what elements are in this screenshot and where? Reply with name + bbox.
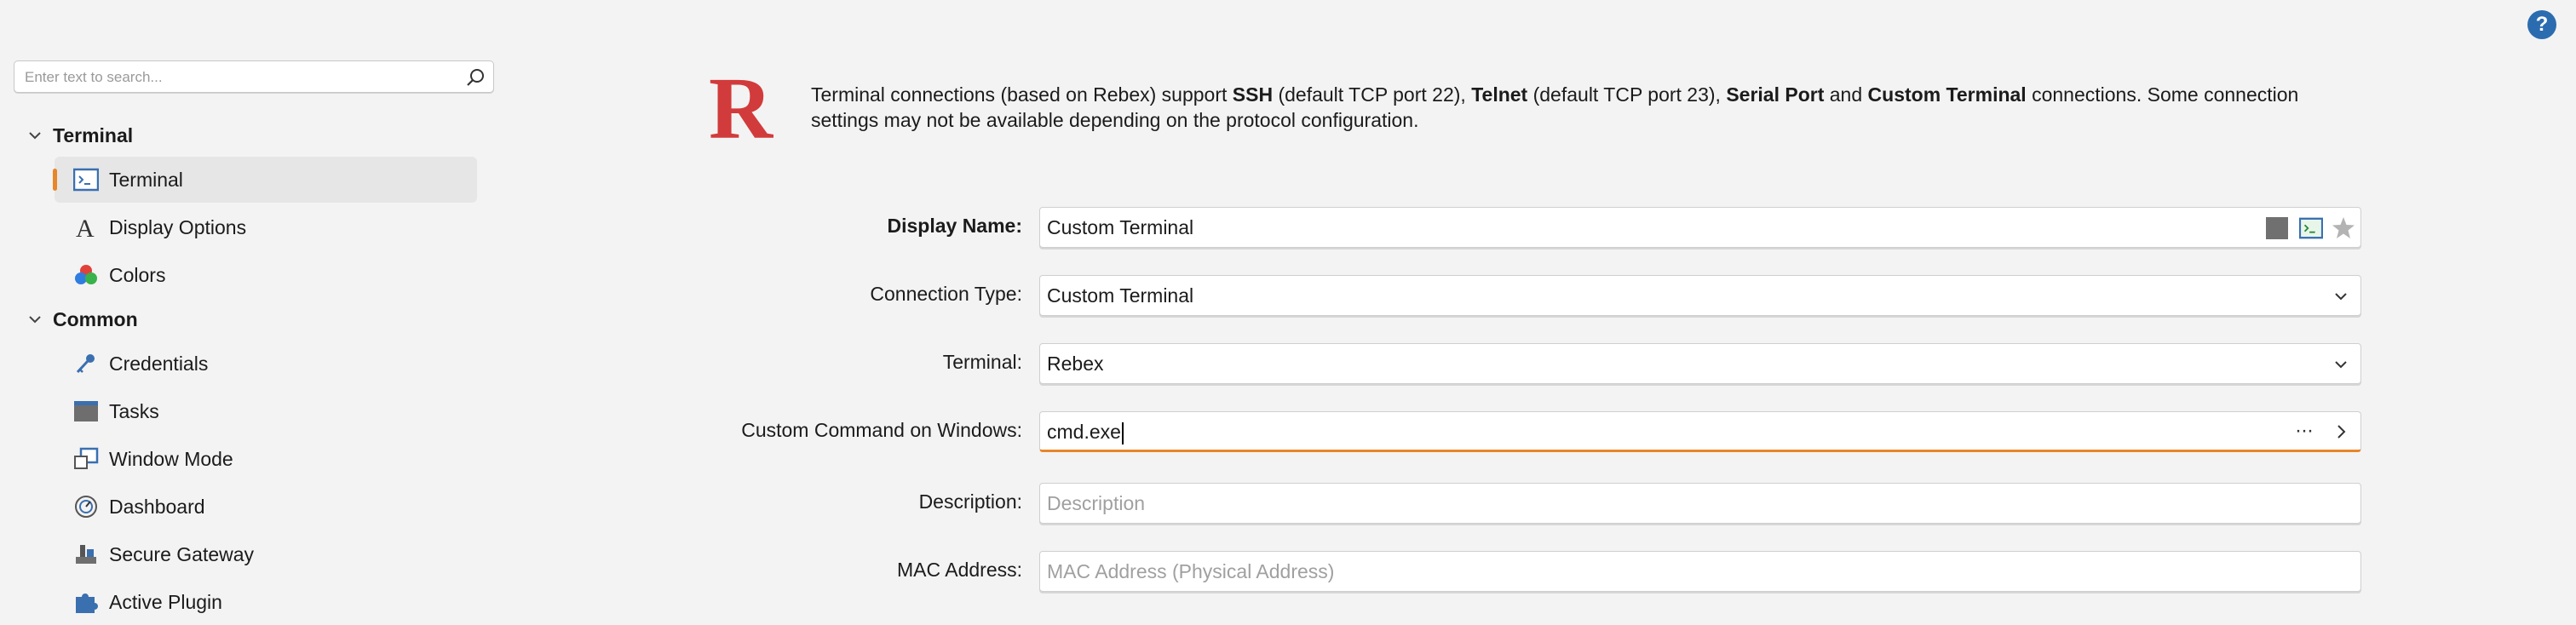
connection-type-label: Connection Type: — [870, 283, 1022, 305]
mac-address-label: MAC Address: — [897, 559, 1022, 581]
text-caret — [1121, 421, 1124, 444]
more-options-button[interactable]: ··· — [2295, 419, 2314, 443]
svg-text:R: R — [709, 70, 774, 148]
group-terminal-title: Terminal — [53, 123, 134, 146]
display-name-value[interactable]: Custom Terminal — [1047, 208, 2240, 247]
sidebar-item-label: Tasks — [109, 399, 159, 422]
search-input[interactable] — [23, 61, 452, 94]
help-button[interactable]: ? — [2527, 10, 2556, 39]
connection-type-value[interactable]: Custom Terminal — [1047, 276, 2240, 315]
sidebar-item-label: Window Mode — [109, 447, 233, 470]
sidebar-item-terminal[interactable]: Terminal — [53, 157, 477, 203]
color-palette-icon — [75, 265, 97, 284]
search-icon[interactable] — [464, 66, 486, 89]
favorite-star-icon[interactable] — [2332, 216, 2355, 240]
selection-indicator — [53, 169, 57, 191]
sidebar-item-label: Active Plugin — [109, 590, 222, 613]
sidebar-item-active-plugin[interactable]: Active Plugin — [55, 579, 477, 625]
svg-text:A: A — [76, 215, 95, 239]
sidebar-item-dashboard[interactable]: Dashboard — [55, 484, 477, 530]
plugin-puzzle-icon — [76, 593, 98, 613]
description-label: Description: — [918, 490, 1022, 513]
chevron-down-icon[interactable] — [2333, 289, 2349, 304]
sidebar-item-label: Terminal — [109, 168, 183, 191]
custom-command-input[interactable]: cmd.exe — [1047, 412, 2240, 451]
color-swatch-icon[interactable] — [2265, 216, 2289, 240]
info-text: Terminal connections (based on Rebex) su… — [811, 83, 2299, 131]
tasks-icon — [74, 401, 98, 421]
sidebar-item-tasks[interactable]: Tasks — [55, 388, 477, 434]
chevron-down-icon[interactable] — [2333, 357, 2349, 372]
sidebar-item-label: Dashboard — [109, 495, 205, 518]
rebex-logo: R — [709, 70, 774, 148]
gateway-icon — [76, 545, 96, 564]
font-a-icon: A — [76, 215, 95, 239]
sidebar-item-window-mode[interactable]: Window Mode — [55, 436, 477, 482]
custom-command-label: Custom Command on Windows: — [741, 419, 1022, 441]
terminal-icon[interactable] — [2299, 216, 2323, 240]
sidebar-item-label: Display Options — [109, 215, 247, 238]
sidebar-item-label: Colors — [109, 263, 166, 286]
connection-type-select[interactable]: Custom Terminal — [1039, 275, 2361, 316]
group-common-title: Common — [53, 307, 138, 330]
mac-address-field[interactable] — [1039, 551, 2361, 592]
mac-address-input[interactable] — [1047, 552, 2240, 591]
sidebar-item-label: Secure Gateway — [109, 542, 255, 565]
group-common[interactable]: Common — [29, 306, 138, 333]
search-box[interactable] — [14, 60, 494, 94]
group-terminal[interactable]: Terminal — [29, 122, 134, 149]
description-field[interactable] — [1039, 483, 2361, 524]
sidebar-item-display-options[interactable]: A Display Options — [55, 204, 477, 250]
display-name-label: Display Name: — [887, 215, 1022, 237]
chevron-down-icon[interactable] — [27, 128, 43, 143]
terminal-select[interactable]: Rebex — [1039, 343, 2361, 384]
terminal-icon — [73, 168, 99, 192]
sidebar-item-credentials[interactable]: Credentials — [55, 341, 477, 387]
key-icon — [76, 354, 95, 374]
custom-command-field[interactable]: cmd.exe ··· — [1039, 411, 2361, 452]
description-input[interactable] — [1047, 484, 2240, 523]
display-name-field[interactable]: Custom Terminal — [1039, 207, 2361, 248]
terminal-value[interactable]: Rebex — [1047, 344, 2240, 383]
sidebar-item-label: Credentials — [109, 352, 209, 375]
terminal-label: Terminal: — [942, 351, 1022, 373]
window-mode-icon — [74, 447, 99, 469]
dashboard-icon — [75, 496, 97, 518]
chevron-right-icon[interactable] — [2333, 423, 2349, 440]
chevron-down-icon[interactable] — [27, 312, 43, 327]
sidebar-item-colors[interactable]: Colors — [55, 252, 477, 298]
sidebar-item-secure-gateway[interactable]: Secure Gateway — [55, 531, 477, 577]
